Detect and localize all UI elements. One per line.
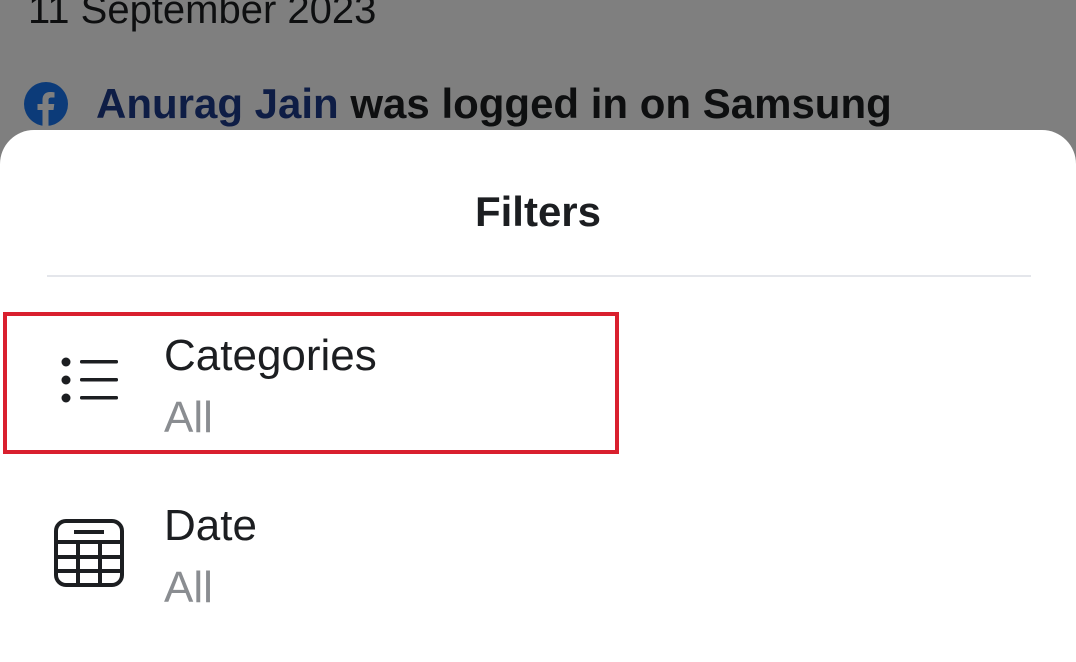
filter-value-categories: All — [164, 393, 213, 442]
filter-label-categories: Categories — [164, 331, 377, 380]
filters-bottom-sheet: Filters Categories All Date All — [0, 130, 1076, 662]
sheet-title: Filters — [474, 188, 602, 235]
divider — [47, 275, 1031, 277]
calendar-icon — [52, 518, 124, 590]
filter-row-date[interactable]: Date All — [0, 482, 1076, 622]
list-icon — [52, 348, 124, 420]
filter-value-date: All — [164, 563, 213, 612]
filter-row-categories[interactable]: Categories All — [0, 312, 1076, 454]
filter-label-date: Date — [164, 501, 257, 550]
